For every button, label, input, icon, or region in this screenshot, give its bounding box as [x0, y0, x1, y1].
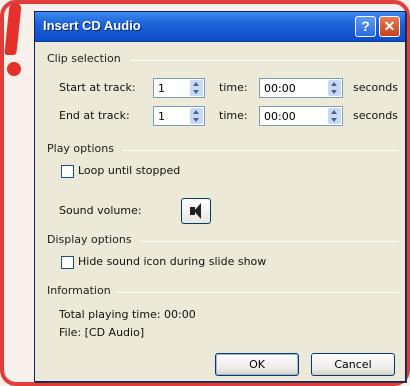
start-track-value: 1	[158, 82, 165, 95]
cancel-button[interactable]: Cancel	[311, 353, 395, 376]
start-time-value: 00:00	[264, 82, 296, 95]
end-track-label: End at track:	[59, 109, 130, 122]
spin-arrows-icon[interactable]	[190, 80, 203, 96]
loop-checkbox[interactable]	[61, 165, 74, 178]
display-options-header: Display options	[47, 233, 132, 246]
file-info: File: [CD Audio]	[59, 326, 145, 339]
spin-arrows-icon[interactable]	[328, 108, 341, 124]
total-playing-time: Total playing time: 00:00	[59, 308, 196, 321]
divider	[141, 241, 399, 242]
divider	[123, 150, 399, 151]
divider	[117, 292, 399, 293]
close-icon[interactable]: ✕	[379, 16, 400, 37]
ok-button[interactable]: OK	[215, 353, 299, 376]
divider	[131, 60, 399, 61]
information-header: Information	[47, 284, 111, 297]
clip-selection-header: Clip selection	[47, 52, 121, 65]
play-options-header: Play options	[47, 142, 114, 155]
loop-label: Loop until stopped	[78, 164, 181, 177]
end-time-value: 00:00	[264, 110, 296, 123]
hide-icon-checkbox[interactable]	[61, 256, 74, 269]
end-time-label: time:	[219, 109, 248, 122]
spin-arrows-icon[interactable]	[328, 80, 341, 96]
start-time-spinner[interactable]: 00:00	[259, 78, 343, 98]
end-time-spinner[interactable]: 00:00	[259, 106, 343, 126]
sound-volume-label: Sound volume:	[59, 204, 142, 217]
end-track-value: 1	[158, 110, 165, 123]
insert-cd-audio-dialog: Insert CD Audio ? ✕ Clip selection Start…	[34, 11, 406, 382]
start-track-label: Start at track:	[59, 81, 136, 94]
spin-arrows-icon[interactable]	[190, 108, 203, 124]
start-seconds-label: seconds	[353, 81, 398, 94]
help-icon[interactable]: ?	[355, 16, 376, 37]
end-track-spinner[interactable]: 1	[153, 106, 205, 126]
start-time-label: time:	[219, 81, 248, 94]
hide-icon-label: Hide sound icon during slide show	[78, 255, 267, 268]
end-seconds-label: seconds	[353, 109, 398, 122]
dialog-title: Insert CD Audio	[43, 18, 141, 33]
sound-volume-button[interactable]	[181, 198, 211, 224]
start-track-spinner[interactable]: 1	[153, 78, 205, 98]
title-bar[interactable]: Insert CD Audio ? ✕	[35, 12, 405, 42]
